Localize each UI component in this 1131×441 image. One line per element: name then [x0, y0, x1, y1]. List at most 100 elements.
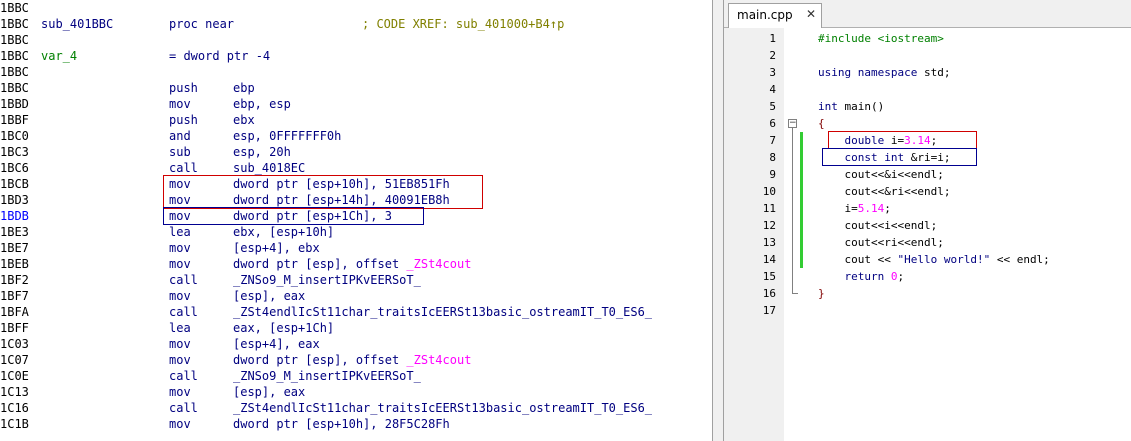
address: 1C16: [0, 401, 29, 415]
code-line[interactable]: #include <iostream>: [818, 30, 944, 47]
fold-guide-line: [792, 128, 793, 294]
code-token: cout<<&ri<<endl;: [818, 185, 951, 198]
line-number: 4: [769, 83, 776, 96]
operands: [esp+4], ebx: [233, 241, 320, 255]
operands: _ZNSo9_M_insertIPKvEERSoT_: [233, 369, 421, 383]
highlight-box-double-store: [163, 175, 483, 209]
operands: sub_4018EC: [233, 161, 306, 175]
operands: [esp+4], eax: [233, 337, 320, 351]
code-token: ;: [884, 202, 891, 215]
code-token: << endl;: [990, 253, 1050, 266]
operands: ebp, esp: [233, 97, 291, 111]
mnemonic: mov: [169, 97, 191, 111]
address: 1C03: [0, 337, 29, 351]
address: 1BFF: [0, 321, 29, 335]
change-marker-bar: [800, 132, 803, 268]
address: 1BF7: [0, 289, 29, 303]
mnemonic: call: [169, 161, 198, 175]
operands: dword ptr [esp], offset _ZSt4cout: [233, 257, 472, 271]
operands: eax, [esp+1Ch]: [233, 321, 335, 335]
pane-splitter[interactable]: [712, 0, 724, 441]
mnemonic: mov: [169, 385, 191, 399]
code-token: "Hello world!": [897, 253, 991, 266]
address: 1BBC: [0, 49, 29, 63]
code-line[interactable]: {: [818, 115, 825, 132]
operands: _ZNSo9_M_insertIPKvEERSoT_: [233, 273, 421, 287]
import-symbol[interactable]: _ZSt4cout: [406, 257, 471, 271]
line-number: 7: [769, 134, 776, 147]
address: 1BE7: [0, 241, 29, 255]
code-token: 0: [890, 270, 898, 283]
mnemonic: mov: [169, 417, 191, 431]
code-token: std;: [917, 66, 951, 79]
tab-bar: main.cpp ✕: [724, 0, 1131, 28]
code-label: sub_401BBC: [41, 17, 114, 31]
line-number: 17: [762, 304, 776, 317]
tab-main-cpp[interactable]: main.cpp ✕: [728, 3, 822, 28]
address: 1BBC: [0, 65, 29, 79]
address: 1BE3: [0, 225, 29, 239]
mnemonic: mov: [169, 289, 191, 303]
code-editor[interactable]: main.cpp ✕ 1 2 3 4 5 6 7 8 9 10 11 12 13 14 15 16 17 #in…: [724, 0, 1131, 441]
code-line[interactable]: return 0;: [818, 268, 905, 285]
mnemonic: sub: [169, 145, 191, 159]
address: 1C0E: [0, 369, 29, 383]
close-icon[interactable]: ✕: [806, 7, 816, 21]
code-line[interactable]: int main(): [818, 98, 884, 115]
code-token: int: [818, 100, 838, 113]
disassembly-view[interactable]: 1BBC 1BBC sub_401BBC proc near ; CODE XREF: …: [0, 0, 712, 441]
mnemonic: call: [169, 305, 198, 319]
mnemonic: mov: [169, 257, 191, 271]
xref-comment: ; CODE XREF: sub_401000+B4↑p: [362, 17, 565, 31]
operands: ebx: [233, 113, 255, 127]
code-line[interactable]: }: [818, 285, 825, 302]
operands: esp, 0FFFFFFF0h: [233, 129, 342, 143]
code-line[interactable]: i=5.14;: [818, 200, 891, 217]
mnemonic: and: [169, 129, 191, 143]
address: 1BEB: [0, 257, 29, 271]
code-line[interactable]: cout<<&ri<<endl;: [818, 183, 950, 200]
mnemonic: proc near: [169, 17, 235, 31]
line-number: 11: [762, 202, 776, 215]
line-number: 1: [769, 32, 776, 45]
line-number: 2: [769, 49, 776, 62]
code-token: main(): [837, 100, 885, 113]
code-line[interactable]: cout << "Hello world!" << endl;: [818, 251, 1050, 268]
highlight-box-ref-decl: [822, 148, 977, 166]
mnemonic: = dword ptr -4: [169, 49, 271, 63]
code-token: cout<<&i<<endl;: [818, 168, 944, 181]
address: 1BBC: [0, 1, 29, 15]
operands: ebx, [esp+10h]: [233, 225, 335, 239]
code-line[interactable]: cout<<&i<<endl;: [818, 166, 944, 183]
code-area[interactable]: #include <iostream> using namespace std; i…: [806, 28, 1131, 441]
address: 1BBF: [0, 113, 29, 127]
code-line[interactable]: cout<<ri<<endl;: [818, 234, 943, 251]
address: 1BFA: [0, 305, 29, 319]
mnemonic: lea: [169, 225, 191, 239]
mnemonic: push: [169, 81, 198, 95]
code-token: return: [844, 270, 885, 283]
address: 1BC3: [0, 145, 29, 159]
mnemonic: call: [169, 273, 198, 287]
code-line[interactable]: using namespace std;: [818, 64, 950, 81]
address: 1BCB: [0, 177, 29, 191]
code-line[interactable]: cout<<i<<endl;: [818, 217, 937, 234]
line-number: 14: [762, 253, 776, 266]
address: 1BC0: [0, 129, 29, 143]
address: 1BC6: [0, 161, 29, 175]
fold-toggle-icon[interactable]: −: [788, 119, 797, 128]
highlight-box-int-store: [163, 207, 424, 225]
fold-end-marker: [792, 293, 798, 294]
address: 1BDB: [0, 209, 29, 223]
mnemonic: push: [169, 113, 198, 127]
address: 1C07: [0, 353, 29, 367]
operands: [esp], eax: [233, 385, 306, 399]
code-label: var_4: [41, 49, 78, 63]
code-token: {: [818, 117, 825, 130]
code-token: using namespace: [818, 66, 918, 79]
operands: dword ptr [esp+10h], 28F5C28Fh: [233, 417, 450, 431]
import-symbol[interactable]: _ZSt4cout: [406, 353, 471, 367]
code-token: cout <<: [818, 253, 898, 266]
line-number: 6: [769, 117, 776, 130]
